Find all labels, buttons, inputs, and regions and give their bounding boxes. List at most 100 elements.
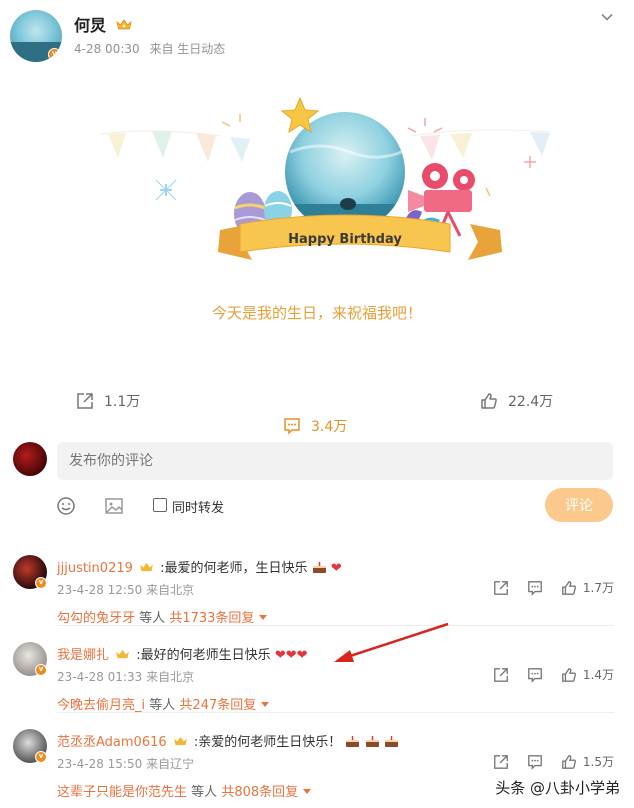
ribbon-text: Happy Birthday [288, 232, 402, 247]
reply-count[interactable]: 共247条回复 [179, 698, 256, 713]
comment-meta: 23-4-28 01:33 来自北京 [57, 668, 194, 685]
reply-username[interactable]: 勾勾的兔牙牙 [57, 611, 135, 626]
submit-comment-button[interactable]: 评论 [545, 488, 613, 522]
comment-icon[interactable] [527, 580, 543, 596]
comment-avatar[interactable]: v [13, 555, 47, 589]
cake-emoji-icon [312, 562, 326, 573]
comment-time: 23-4-28 01:33 [57, 670, 143, 684]
post-action-bar: 1.1万 3.4万 22.4万 [0, 386, 634, 435]
comment-count: 3.4万 [311, 419, 348, 435]
watermark: 头条 @八卦小学弟 [495, 779, 620, 797]
comment-meta: 23-4-28 15:50 来自辽宁 [57, 755, 194, 772]
comment-like-count: 1.7万 [582, 581, 614, 595]
expand-triangle-icon[interactable] [303, 789, 312, 794]
share-icon [77, 393, 93, 409]
heart-emoji-icon: ❤ [330, 561, 342, 576]
comment-time: 23-4-28 12:50 [57, 583, 143, 597]
vip-crown-icon [140, 562, 153, 572]
comment-location: 来自辽宁 [146, 757, 195, 771]
repost-label: 同时转发 [172, 501, 225, 516]
cake-emoji-icon [346, 736, 360, 747]
comment-text: :亲爱的何老师生日快乐！ [193, 735, 342, 750]
comment-text: :最好的何老师生日快乐 [136, 648, 271, 663]
reply-mid-text: 等人 [149, 698, 176, 713]
thumbs-up-icon[interactable] [561, 667, 577, 683]
post-meta: 4-28 00:30 来自 生日动态 [74, 40, 231, 57]
comment-input[interactable] [57, 442, 613, 480]
my-avatar[interactable] [13, 442, 47, 476]
reply-count[interactable]: 共1733条回复 [169, 611, 254, 626]
share-icon[interactable] [493, 580, 509, 596]
verified-badge-icon: v [35, 751, 47, 763]
comment-icon[interactable] [527, 667, 543, 683]
comment-actions: 1.7万 [475, 579, 614, 596]
comment-item: v 我是娜扎 :最好的何老师生日快乐 ❤❤❤ 23-4-28 01:33 来自北… [0, 642, 634, 722]
birthday-banner-illustration: Happy Birthday [99, 96, 551, 260]
comment-username[interactable]: 范丞丞Adam0616 [57, 735, 167, 750]
comment-body: 范丞丞Adam0616 :亲爱的何老师生日快乐！ [57, 731, 399, 750]
comment-composer: 同时转发 评论 [0, 436, 634, 546]
verified-badge-icon: v [35, 577, 47, 589]
annotation-arrow [334, 622, 449, 662]
comment-text: :最爱的何老师，生日快乐 [160, 561, 308, 576]
thumbs-up-icon[interactable] [561, 754, 577, 770]
post-header: v 何炅 4-28 00:30 来自 生日动态 [10, 10, 624, 66]
comment-actions: 1.5万 [475, 753, 614, 770]
thumbs-up-icon [481, 393, 497, 409]
author-avatar[interactable]: v [10, 10, 62, 62]
comment-location: 来自北京 [146, 583, 195, 597]
comment-replies-summary[interactable]: 这辈子只能是你范先生 等人 共808条回复 [57, 781, 312, 800]
share-count: 1.1万 [104, 394, 141, 410]
like-button[interactable]: 22.4万 [480, 386, 553, 416]
comment-avatar[interactable]: v [13, 729, 47, 763]
comment-replies-summary[interactable]: 今晚去偷月亮_i 等人 共247条回复 [57, 694, 270, 713]
comment-location: 来自北京 [146, 670, 195, 684]
birthday-caption: 今天是我的生日，来祝福我吧！ [211, 304, 422, 322]
comment-actions: 1.4万 [475, 666, 614, 683]
comment-username[interactable]: jjjustin0219 [57, 561, 133, 576]
reply-mid-text: 等人 [191, 785, 218, 800]
share-button[interactable]: 1.1万 [76, 386, 140, 416]
cake-emoji-icon [384, 736, 398, 747]
expand-triangle-icon[interactable] [259, 615, 268, 620]
expand-triangle-icon[interactable] [261, 702, 270, 707]
comment-icon [284, 418, 300, 435]
comment-like-count: 1.4万 [582, 668, 614, 682]
post-source[interactable]: 来自 生日动态 [149, 42, 225, 56]
reply-mid-text: 等人 [139, 611, 166, 626]
comment-replies-summary[interactable]: 勾勾的兔牙牙 等人 共1733条回复 [57, 607, 268, 626]
chevron-down-icon[interactable] [600, 10, 614, 24]
share-icon[interactable] [493, 667, 509, 683]
verified-badge-icon: v [35, 664, 47, 676]
bunting-flags-left [99, 130, 250, 162]
thumbs-up-icon[interactable] [561, 580, 577, 596]
comment-body: 我是娜扎 :最好的何老师生日快乐 ❤❤❤ [57, 644, 308, 663]
vip-crown-icon [115, 19, 132, 30]
share-icon[interactable] [493, 754, 509, 770]
comment-avatar[interactable]: v [13, 642, 47, 676]
reply-username[interactable]: 这辈子只能是你范先生 [57, 785, 187, 800]
comment-time: 23-4-28 15:50 [57, 757, 143, 771]
emoji-icon[interactable] [56, 496, 76, 516]
vip-crown-icon [116, 649, 130, 659]
comment-like-count: 1.5万 [582, 755, 614, 769]
author-name[interactable]: 何炅 [74, 12, 132, 36]
cake-emoji-icon [365, 736, 379, 747]
author-name-text[interactable]: 何炅 [74, 16, 106, 35]
bunting-flags-right [409, 129, 551, 160]
comment-username[interactable]: 我是娜扎 [57, 648, 109, 663]
comment-item: v jjjustin0219 :最爱的何老师，生日快乐 ❤ 23-4-28 12… [0, 555, 634, 635]
reply-count[interactable]: 共808条回复 [221, 785, 298, 800]
vip-crown-icon [173, 736, 187, 746]
comment-meta: 23-4-28 12:50 来自北京 [57, 581, 194, 598]
verified-badge-icon: v [48, 48, 61, 61]
image-icon[interactable] [104, 496, 124, 516]
post-time: 4-28 00:30 [74, 42, 140, 56]
sparkle-left [155, 179, 177, 201]
heart-emoji-icon: ❤❤❤ [274, 648, 308, 663]
divider [57, 712, 614, 713]
reply-username[interactable]: 今晚去偷月亮_i [57, 698, 145, 713]
repost-checkbox[interactable] [153, 498, 167, 512]
comment-icon[interactable] [527, 754, 543, 770]
like-count: 22.4万 [508, 394, 554, 410]
